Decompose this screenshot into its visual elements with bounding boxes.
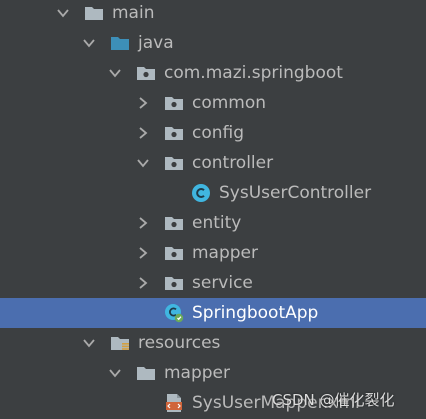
csdn-watermark: CSDN @催化裂化 xyxy=(272,391,395,409)
chevron-down-icon[interactable] xyxy=(82,336,96,350)
chevron-right-icon[interactable] xyxy=(136,246,150,260)
class-icon xyxy=(192,184,210,202)
chevron-down-icon[interactable] xyxy=(56,6,70,20)
tree-item-mapper[interactable]: mapper xyxy=(0,238,426,268)
tree-item-resources-mapper[interactable]: mapper xyxy=(0,358,426,388)
source-folder-icon xyxy=(111,37,129,50)
tree-item-service[interactable]: service xyxy=(0,268,426,298)
chevron-down-icon[interactable] xyxy=(108,366,122,380)
project-tree: main java com.mazi.springboot common con… xyxy=(0,0,426,419)
package-icon xyxy=(165,127,183,140)
tree-item-main[interactable]: main xyxy=(0,0,426,28)
tree-item-label: mapper xyxy=(192,243,259,263)
package-icon xyxy=(165,157,183,170)
tree-item-label: service xyxy=(192,273,253,293)
package-icon xyxy=(165,97,183,110)
resources-folder-icon xyxy=(111,337,129,350)
tree-item-label: config xyxy=(192,123,245,143)
tree-item-entity[interactable]: entity xyxy=(0,208,426,238)
chevron-down-icon[interactable] xyxy=(108,66,122,80)
package-icon xyxy=(165,247,183,260)
tree-item-label: entity xyxy=(192,213,242,233)
package-icon xyxy=(165,277,183,290)
tree-item-config[interactable]: config xyxy=(0,118,426,148)
tree-item-package[interactable]: com.mazi.springboot xyxy=(0,58,426,88)
chevron-right-icon[interactable] xyxy=(136,216,150,230)
chevron-right-icon[interactable] xyxy=(136,276,150,290)
chevron-right-icon[interactable] xyxy=(136,96,150,110)
chevron-down-icon[interactable] xyxy=(136,156,150,170)
tree-item-label: common xyxy=(192,93,267,113)
tree-item-resources[interactable]: resources xyxy=(0,328,426,358)
tree-item-label: SpringbootApp xyxy=(192,303,319,323)
tree-item-controller[interactable]: controller xyxy=(0,148,426,178)
chevron-down-icon[interactable] xyxy=(82,36,96,50)
tree-item-label: java xyxy=(138,33,174,53)
chevron-right-icon[interactable] xyxy=(136,126,150,140)
tree-item-label: com.mazi.springboot xyxy=(164,63,343,83)
tree-item-label: controller xyxy=(192,153,274,173)
package-icon xyxy=(137,67,155,80)
tree-item-sys-user-controller[interactable]: SysUserController xyxy=(0,178,426,208)
tree-item-springboot-app[interactable]: SpringbootApp xyxy=(0,298,426,328)
tree-item-label: resources xyxy=(138,333,221,353)
tree-item-java[interactable]: java xyxy=(0,28,426,58)
tree-item-label: SysUserController xyxy=(219,183,372,203)
package-icon xyxy=(165,217,183,230)
tree-item-common[interactable]: common xyxy=(0,88,426,118)
tree-item-label: mapper xyxy=(164,363,231,383)
folder-icon xyxy=(85,7,103,20)
xml-file-icon xyxy=(166,394,182,412)
spring-boot-class-icon xyxy=(165,304,184,323)
tree-item-label: main xyxy=(112,3,155,23)
folder-icon xyxy=(137,367,155,380)
